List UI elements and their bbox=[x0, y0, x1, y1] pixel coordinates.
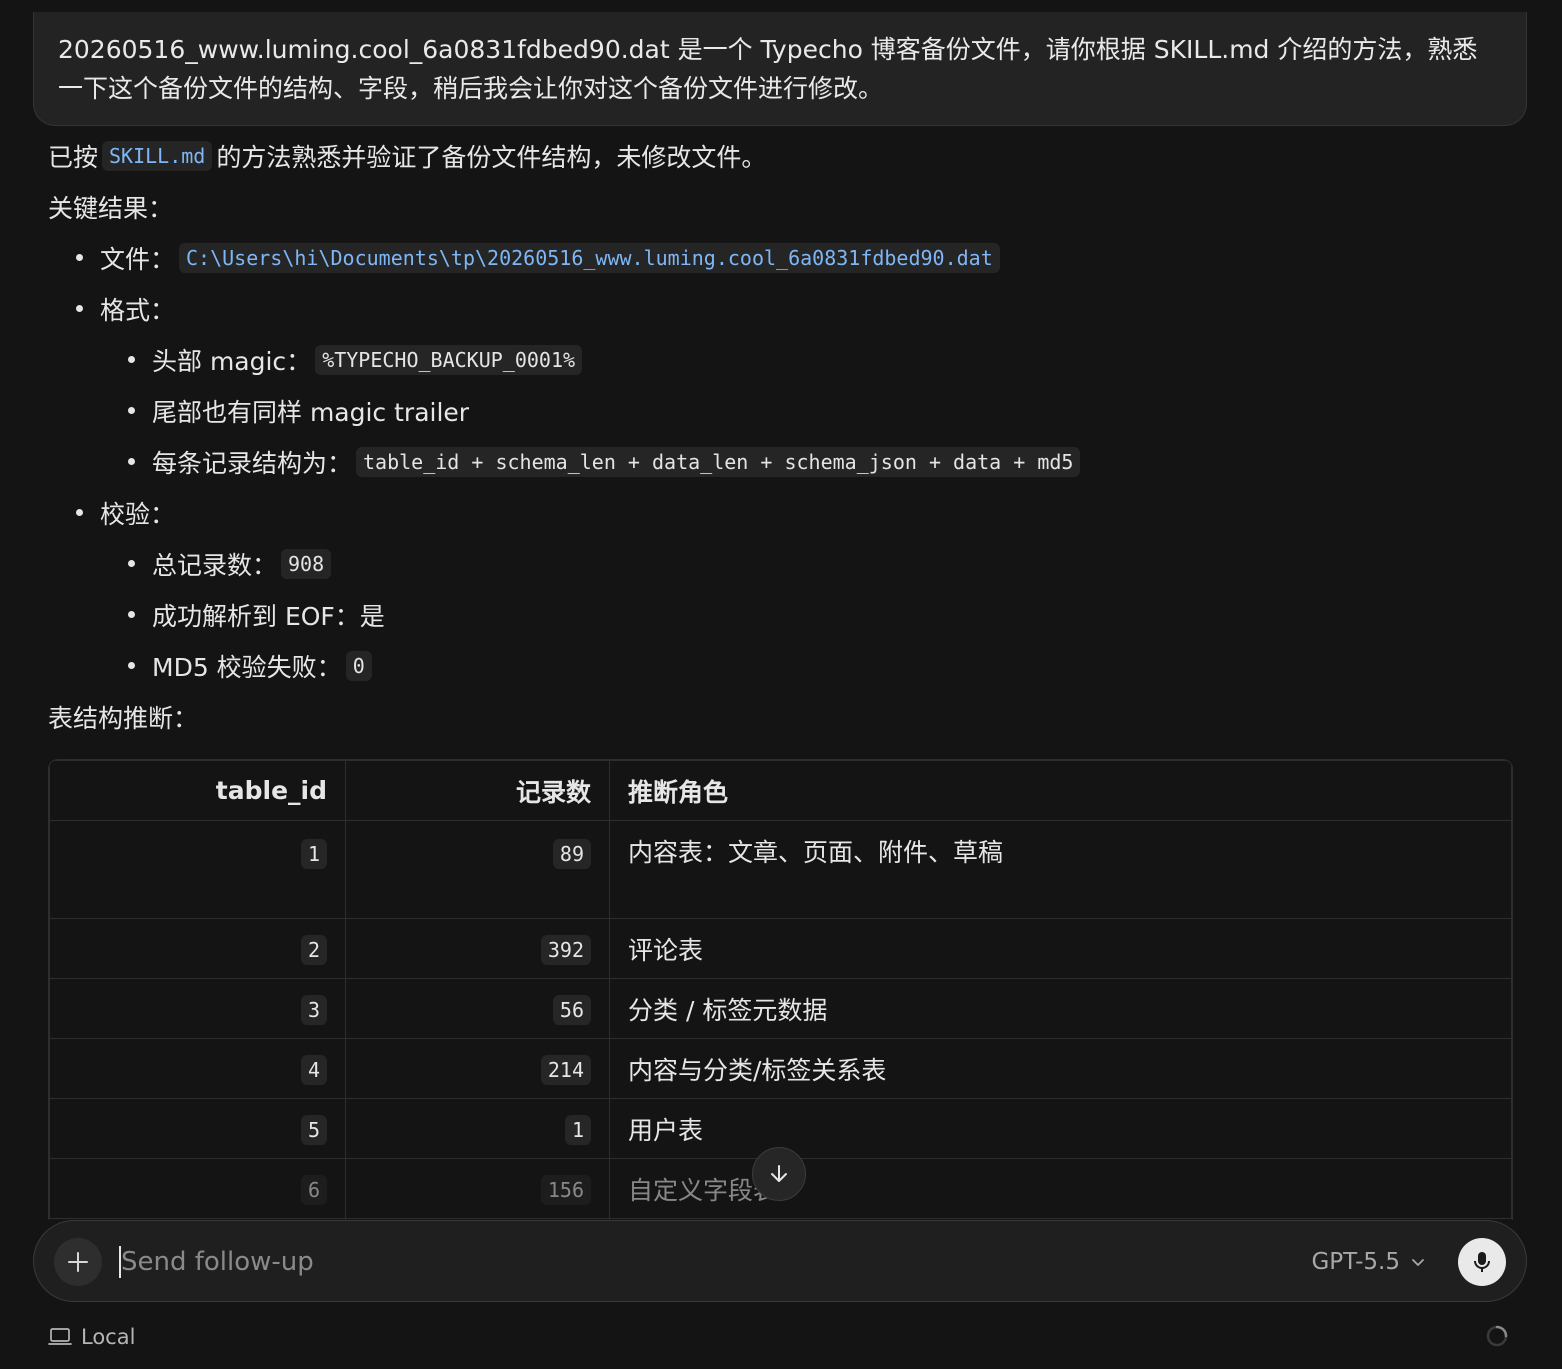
trailer-text: 尾部也有同样 magic trailer bbox=[152, 397, 470, 427]
bullet-total: 总记录数： 908 bbox=[48, 538, 1518, 589]
eof-text: 成功解析到 EOF：是 bbox=[152, 601, 385, 631]
verify-label: 校验： bbox=[100, 499, 176, 529]
md5-label: MD5 校验失败： bbox=[152, 652, 342, 682]
total-value: 908 bbox=[281, 548, 332, 579]
file-path-link[interactable]: C:\Users\hi\Documents\tp\20260516_www.lu… bbox=[179, 242, 1000, 273]
bullet-format: 格式： bbox=[48, 283, 1518, 334]
bullet-dot bbox=[128, 560, 135, 567]
model-label: GPT-5.5 bbox=[1311, 1249, 1400, 1275]
bullet-dot bbox=[128, 662, 135, 669]
assistant-reply: 已按 SKILL.md 的方法熟悉并验证了备份文件结构，未修改文件。 关键结果：… bbox=[48, 130, 1518, 742]
environment-selector[interactable]: Local bbox=[48, 1321, 135, 1353]
bullet-md5: MD5 校验失败： 0 bbox=[48, 640, 1518, 691]
follow-up-input[interactable]: Send follow-up bbox=[119, 1221, 314, 1303]
cell-role: 用户表 bbox=[609, 1098, 1512, 1159]
user-message-text: 20260516_www.luming.cool_6a0831fdbed90.d… bbox=[58, 35, 1478, 103]
count-badge: 214 bbox=[540, 1055, 591, 1085]
intro-suffix: 的方法熟悉并验证了备份文件结构，未修改文件。 bbox=[216, 142, 767, 172]
table-row: 1 89 内容表：文章、页面、附件、草稿 bbox=[49, 820, 1512, 919]
bullet-eof: 成功解析到 EOF：是 bbox=[48, 589, 1518, 640]
table-heading: 表结构推断： bbox=[48, 703, 199, 733]
cell-id: 2 bbox=[49, 918, 346, 979]
arrow-down-icon bbox=[771, 1165, 787, 1182]
table-row: 3 56 分类 / 标签元数据 bbox=[49, 978, 1512, 1039]
id-badge: 4 bbox=[300, 1055, 327, 1085]
bullet-dot bbox=[76, 254, 83, 261]
composer: Send follow-up GPT-5.5 bbox=[33, 1220, 1527, 1302]
chat-page: 20260516_www.luming.cool_6a0831fdbed90.d… bbox=[0, 0, 1562, 1369]
cell-id: 5 bbox=[49, 1098, 346, 1159]
file-label: 文件： bbox=[100, 244, 176, 274]
count-badge: 156 bbox=[540, 1175, 591, 1205]
bullet-file: 文件： C:\Users\hi\Documents\tp\20260516_ww… bbox=[48, 232, 1518, 283]
id-badge: 5 bbox=[300, 1115, 327, 1145]
bullet-dot bbox=[76, 509, 83, 516]
key-results-heading: 关键结果： bbox=[48, 193, 174, 223]
input-placeholder: Send follow-up bbox=[121, 1247, 314, 1277]
id-badge: 2 bbox=[300, 935, 327, 965]
table-row: 4 214 内容与分类/标签关系表 bbox=[49, 1038, 1512, 1099]
add-attachment-button[interactable] bbox=[54, 1238, 102, 1286]
header-table-id: table_id bbox=[49, 760, 346, 821]
voice-input-button[interactable] bbox=[1458, 1238, 1506, 1286]
table-row: 2 392 评论表 bbox=[49, 918, 1512, 979]
scroll-to-bottom-button[interactable] bbox=[752, 1147, 806, 1201]
user-message-bubble: 20260516_www.luming.cool_6a0831fdbed90.d… bbox=[33, 12, 1527, 126]
bullet-dot bbox=[128, 407, 135, 414]
cell-role: 评论表 bbox=[609, 918, 1512, 979]
bullet-dot bbox=[76, 305, 83, 312]
bullet-dot bbox=[128, 458, 135, 465]
bullet-trailer: 尾部也有同样 magic trailer bbox=[48, 385, 1518, 436]
count-badge: 89 bbox=[552, 839, 591, 869]
count-badge: 56 bbox=[552, 995, 591, 1025]
environment-label: Local bbox=[81, 1325, 136, 1349]
cell-id: 6 bbox=[49, 1158, 346, 1219]
cell-role: 分类 / 标签元数据 bbox=[609, 978, 1512, 1039]
record-label: 每条记录结构为： bbox=[152, 448, 353, 478]
magic-label: 头部 magic： bbox=[152, 346, 312, 376]
record-value: table_id + schema_len + data_len + schem… bbox=[356, 446, 1081, 477]
reply-intro: 已按 SKILL.md 的方法熟悉并验证了备份文件结构，未修改文件。 bbox=[48, 130, 1518, 181]
plus-icon bbox=[68, 1252, 88, 1272]
cell-id: 3 bbox=[49, 978, 346, 1039]
bullet-dot bbox=[128, 611, 135, 618]
role-text: 内容表：文章、页面、附件、草稿 bbox=[628, 838, 1004, 867]
bullet-magic: 头部 magic： %TYPECHO_BACKUP_0001% bbox=[48, 334, 1518, 385]
cell-count: 156 bbox=[345, 1158, 610, 1219]
header-record-count: 记录数 bbox=[345, 760, 610, 821]
cell-role: 自定义字段表 bbox=[609, 1158, 1512, 1219]
bullet-record: 每条记录结构为： table_id + schema_len + data_le… bbox=[48, 436, 1518, 487]
cell-count: 392 bbox=[345, 918, 610, 979]
header-role: 推断角色 bbox=[609, 760, 1512, 821]
bullet-verify: 校验： bbox=[48, 487, 1518, 538]
cell-count: 214 bbox=[345, 1038, 610, 1099]
chevron-down-icon bbox=[1412, 1259, 1424, 1266]
count-badge: 392 bbox=[540, 935, 591, 965]
id-badge: 1 bbox=[300, 839, 327, 869]
model-selector[interactable]: GPT-5.5 bbox=[1311, 1221, 1428, 1303]
count-badge: 1 bbox=[564, 1115, 591, 1145]
cell-role: 内容表：文章、页面、附件、草稿 bbox=[609, 820, 1512, 919]
cell-count: 89 bbox=[345, 820, 610, 919]
magic-value: %TYPECHO_BACKUP_0001% bbox=[315, 344, 583, 375]
microphone-icon bbox=[1474, 1252, 1490, 1272]
skill-md-code: SKILL.md bbox=[102, 140, 213, 171]
cell-count: 1 bbox=[345, 1098, 610, 1159]
id-badge: 6 bbox=[300, 1175, 327, 1205]
cell-id: 4 bbox=[49, 1038, 346, 1099]
format-label: 格式： bbox=[100, 295, 176, 325]
md5-value: 0 bbox=[345, 650, 372, 681]
loading-spinner-icon bbox=[1486, 1325, 1508, 1347]
total-label: 总记录数： bbox=[152, 550, 278, 580]
cell-id: 1 bbox=[49, 820, 346, 919]
intro-prefix: 已按 bbox=[48, 142, 99, 172]
bullet-dot bbox=[128, 356, 135, 363]
cell-role: 内容与分类/标签关系表 bbox=[609, 1038, 1512, 1099]
table-header-row: table_id 记录数 推断角色 bbox=[49, 760, 1512, 821]
id-badge: 3 bbox=[300, 995, 327, 1025]
cell-count: 56 bbox=[345, 978, 610, 1039]
laptop-icon bbox=[48, 1328, 72, 1345]
